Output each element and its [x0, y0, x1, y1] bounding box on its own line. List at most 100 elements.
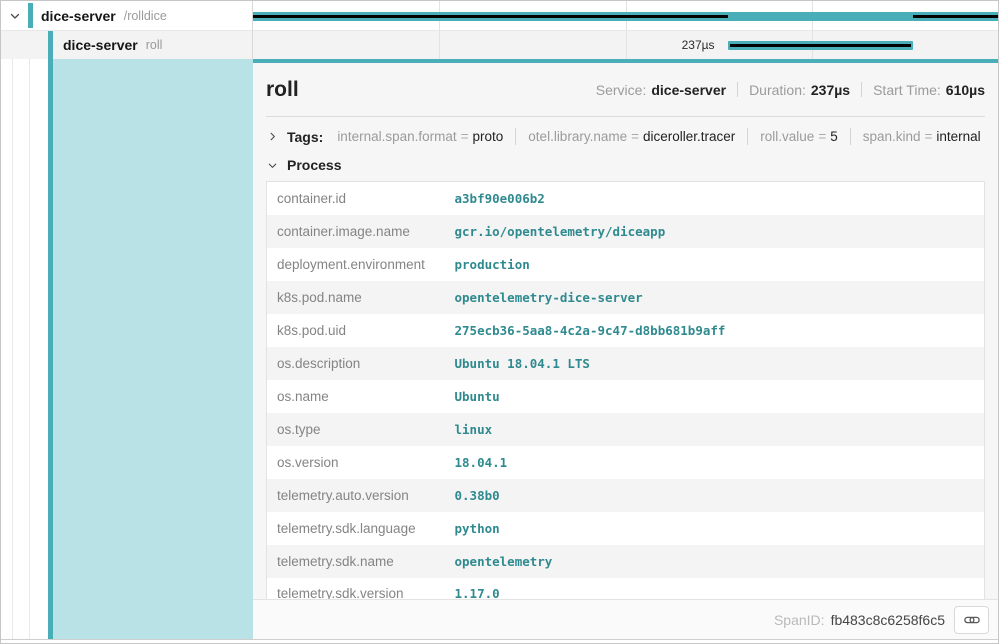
duration-value: 237µs — [811, 82, 850, 98]
operation-name: /rolldice — [124, 9, 167, 23]
tag-key: span.kind — [863, 129, 921, 144]
child-span-bar[interactable] — [728, 41, 914, 50]
tag-equals: = — [631, 129, 639, 144]
span-detail-footer: SpanID: fb483c8c6258f6c5 — [253, 599, 998, 639]
span-id-value: fb483c8c6258f6c5 — [831, 612, 945, 628]
table-row: k8s.pod.nameopentelemetry-dice-server — [267, 281, 985, 314]
table-row: telemetry.sdk.nameopentelemetry — [267, 545, 985, 578]
process-label: Process — [287, 157, 341, 173]
tag-equals: = — [818, 129, 826, 144]
chevron-down-icon[interactable] — [8, 9, 22, 23]
process-key: telemetry.sdk.language — [267, 512, 445, 545]
process-value: opentelemetry-dice-server — [445, 281, 985, 314]
start-time-value: 610µs — [946, 82, 985, 98]
service-name: dice-server — [41, 8, 116, 24]
process-value: production — [445, 248, 985, 281]
tag-summary-item: roll.value = 5 — [760, 129, 837, 144]
tree-indent-guide — [29, 59, 30, 639]
process-key: os.version — [267, 446, 445, 479]
process-key: k8s.pod.uid — [267, 314, 445, 347]
duration-label: Duration: — [749, 82, 806, 98]
tag-separator — [850, 128, 851, 145]
name-column-divider — [252, 1, 253, 59]
root-span-selftime-segment — [913, 15, 998, 18]
child-span-selftime-segment — [730, 44, 912, 47]
stat-separator — [737, 82, 738, 97]
table-row: os.nameUbuntu — [267, 380, 985, 413]
chevron-down-icon — [267, 160, 278, 171]
span-row-roll[interactable]: dice-server roll — [1, 30, 252, 59]
process-key: os.type — [267, 413, 445, 446]
span-stats: Service: dice-server Duration: 237µs Sta… — [596, 82, 985, 98]
process-value: linux — [445, 413, 985, 446]
selected-span-color-bar — [48, 31, 53, 639]
deep-link-button[interactable] — [954, 606, 989, 634]
process-value: 275ecb36-5aa8-4c2a-9c47-d8bb681b9aff — [445, 314, 985, 347]
table-row: os.version18.04.1 — [267, 446, 985, 479]
tag-value: proto — [473, 129, 504, 144]
process-key: os.description — [267, 347, 445, 380]
tag-summary-item: span.kind =internal — [863, 129, 981, 144]
tag-separator — [747, 128, 748, 145]
process-key: deployment.environment — [267, 248, 445, 281]
trace-detail-window: 237µs dice-server /rolldice dice-server … — [0, 0, 999, 644]
span-timeline: 237µs — [253, 1, 998, 59]
link-icon — [963, 611, 981, 629]
root-span-selftime-segment — [253, 15, 728, 18]
tags-accordion[interactable]: Tags: internal.span.format = proto otel.li… — [266, 117, 985, 152]
process-key: k8s.pod.name — [267, 281, 445, 314]
span-detail-header: roll Service: dice-server Duration: 237µ… — [266, 63, 985, 116]
process-value: python — [445, 512, 985, 545]
process-value: 0.38b0 — [445, 479, 985, 512]
tag-summary-item: otel.library.name = diceroller.tracer — [528, 129, 735, 144]
table-row: container.ida3bf90e006b2 — [267, 182, 985, 215]
tag-value: diceroller.tracer — [643, 129, 735, 144]
table-row: telemetry.sdk.languagepython — [267, 512, 985, 545]
tag-value: internal — [936, 129, 980, 144]
tag-key: otel.library.name — [528, 129, 627, 144]
service-label: Service: — [596, 82, 647, 98]
span-id-label: SpanID: — [774, 612, 825, 628]
tag-value: 5 — [830, 129, 838, 144]
process-key: os.name — [267, 380, 445, 413]
span-operation-title: roll — [266, 78, 299, 102]
chevron-right-icon — [267, 131, 278, 142]
tag-summary-item: internal.span.format = proto — [337, 129, 503, 144]
process-key: telemetry.sdk.name — [267, 545, 445, 578]
process-key: container.image.name — [267, 215, 445, 248]
tag-equals: = — [925, 129, 933, 144]
table-row: os.typelinux — [267, 413, 985, 446]
table-row: os.descriptionUbuntu 18.04.1 LTS — [267, 347, 985, 380]
tag-key: roll.value — [760, 129, 814, 144]
process-value: 18.04.1 — [445, 446, 985, 479]
root-span-bar[interactable] — [253, 12, 998, 21]
table-row: container.image.namegcr.io/opentelemetry… — [267, 215, 985, 248]
timeline-gridline — [812, 1, 813, 59]
process-value: a3bf90e006b2 — [445, 182, 985, 215]
process-value: Ubuntu — [445, 380, 985, 413]
tag-key: internal.span.format — [337, 129, 456, 144]
service-color-marker — [28, 3, 33, 28]
process-value: gcr.io/opentelemetry/diceapp — [445, 215, 985, 248]
table-row: k8s.pod.uid275ecb36-5aa8-4c2a-9c47-d8bb6… — [267, 314, 985, 347]
process-accordion[interactable]: Process — [266, 152, 985, 181]
tag-equals: = — [461, 129, 469, 144]
child-span-duration-label: 237µs — [253, 37, 715, 53]
process-key: telemetry.auto.version — [267, 479, 445, 512]
selected-span-highlight — [53, 59, 253, 639]
window-bottom-border — [1, 639, 998, 640]
span-row-rolldice[interactable]: dice-server /rolldice — [1, 1, 252, 30]
tag-separator — [515, 128, 516, 145]
process-value: opentelemetry — [445, 545, 985, 578]
tree-indent-guide — [12, 59, 13, 639]
service-value: dice-server — [651, 82, 726, 98]
operation-name: roll — [146, 38, 163, 52]
span-detail-panel: roll Service: dice-server Duration: 237µ… — [253, 59, 998, 639]
table-row: deployment.environmentproduction — [267, 248, 985, 281]
service-name: dice-server — [63, 37, 138, 53]
process-table: container.ida3bf90e006b2 container.image… — [266, 181, 985, 611]
table-row: telemetry.auto.version0.38b0 — [267, 479, 985, 512]
tags-label: Tags: — [287, 129, 323, 145]
process-key: container.id — [267, 182, 445, 215]
process-value: Ubuntu 18.04.1 LTS — [445, 347, 985, 380]
